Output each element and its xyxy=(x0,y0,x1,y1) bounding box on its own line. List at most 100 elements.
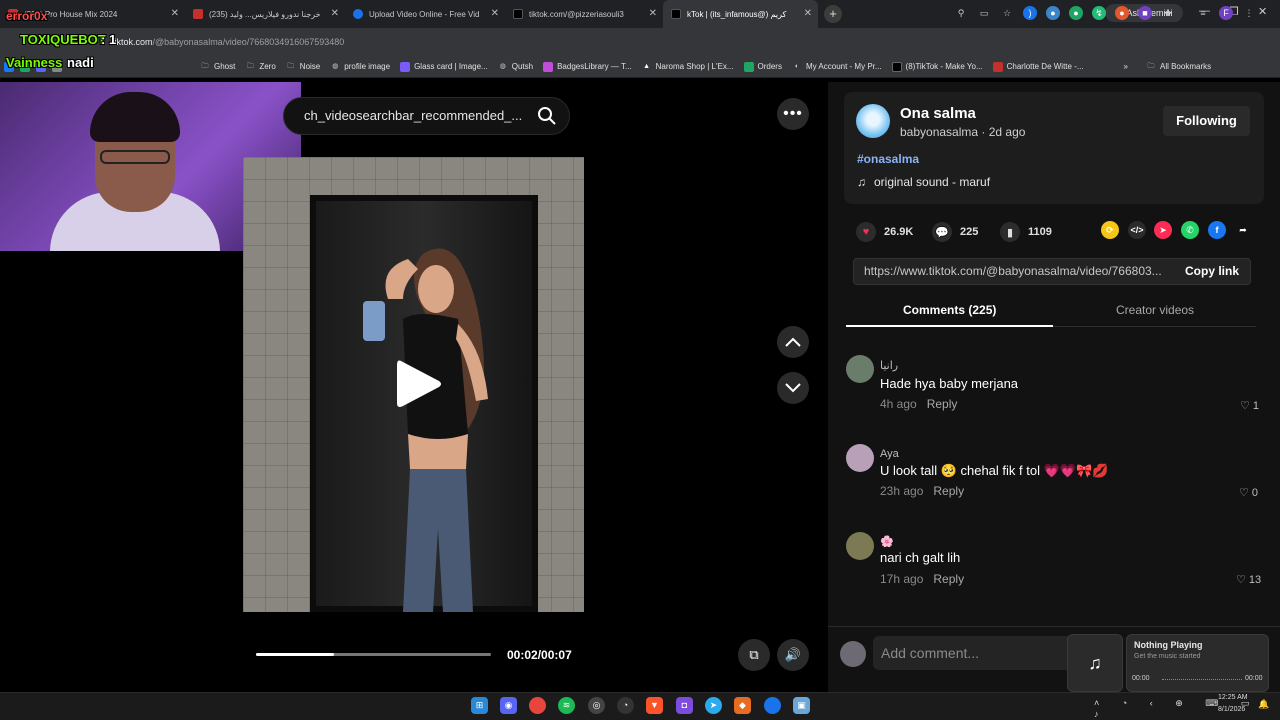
save-button[interactable]: ▮ 1109 xyxy=(1000,222,1052,242)
url-text[interactable]: tiktok.com/@babyonasalma/video/766803491… xyxy=(112,37,344,47)
tab-tiktok-pizzeria[interactable]: tiktok.com/@pizzeriasouli3 ✕ xyxy=(505,0,663,28)
zoom-icon[interactable]: ⚲ xyxy=(954,6,968,20)
send-icon[interactable]: ➤ xyxy=(1154,221,1172,239)
bookmark-glass-card[interactable]: Glass card | Image... xyxy=(400,61,488,72)
extension-icon[interactable]: ● xyxy=(1115,6,1129,20)
system-tray-icons[interactable]: ˄ ◔ ‹ ⊕ ⌨ ▭ ♪ xyxy=(1094,698,1280,719)
app-icon[interactable]: ▣ xyxy=(793,697,810,714)
add-comment-input[interactable]: Add comment... xyxy=(873,636,1078,670)
extension-icon[interactable]: ↯ xyxy=(1092,6,1106,20)
next-video-button[interactable] xyxy=(777,372,809,404)
share-link-text[interactable]: https://www.tiktok.com/@babyonasalma/vid… xyxy=(864,264,1170,278)
tab-video[interactable]: (235) خرجنا ندورو فيلاريس... وليد ✕ xyxy=(185,0,345,28)
bookmark-zero[interactable]: 🗀 Zero xyxy=(245,62,276,72)
bookmark-charlotte[interactable]: Charlotte De Witte -... xyxy=(992,61,1084,72)
comment-like-button[interactable]: ♡ 1 xyxy=(1240,399,1259,412)
puzzle-icon[interactable]: ✚ xyxy=(1161,6,1175,20)
menu-icon[interactable]: ⋮ xyxy=(1242,6,1256,20)
clock-date[interactable]: 8/1/2026 xyxy=(1218,706,1245,713)
play-icon[interactable] xyxy=(395,357,443,411)
cast-icon[interactable]: ▭ xyxy=(977,6,991,20)
whatsapp-icon[interactable]: ✆ xyxy=(1181,221,1199,239)
comment-like-button[interactable]: ♡ 13 xyxy=(1236,573,1261,586)
author-name[interactable]: Ona salma xyxy=(900,105,976,122)
bookmark-profile-image[interactable]: ◍ profile image xyxy=(330,62,390,72)
bookmark-naroma[interactable]: ▲ Naroma Shop | L'Ex... xyxy=(642,62,733,72)
bookmark-ghost[interactable]: 🗀 Ghost xyxy=(200,62,236,72)
media-flyout-icon[interactable]: ♫ xyxy=(1067,634,1123,692)
close-icon[interactable]: ✕ xyxy=(491,8,499,19)
profile-avatar[interactable]: F xyxy=(1219,6,1233,20)
reply-button[interactable]: Reply xyxy=(933,484,964,498)
facebook-icon[interactable]: f xyxy=(1208,221,1226,239)
extension-icon[interactable]: ■ xyxy=(1138,6,1152,20)
tab-comments[interactable]: Comments (225) xyxy=(903,303,996,317)
search-input[interactable]: ch_videosearchbar_recommended_... xyxy=(283,97,570,135)
commenter-avatar[interactable] xyxy=(846,355,874,383)
chrome-profile-icon[interactable] xyxy=(764,697,781,714)
new-tab-button[interactable]: + xyxy=(824,5,842,23)
clock-time[interactable]: 12:25 AM xyxy=(1218,694,1248,701)
following-button[interactable]: Following xyxy=(1163,106,1250,136)
address-bar[interactable]: tiktok.com/@babyonasalma/video/766803491… xyxy=(0,28,1280,56)
start-icon[interactable]: ⊞ xyxy=(471,697,488,714)
author-handle[interactable]: babyonasalma · 2d ago xyxy=(900,125,1025,139)
spotify-icon[interactable]: ≋ xyxy=(558,697,575,714)
sound-link[interactable]: ♫ original sound - maruf xyxy=(857,175,990,189)
commenter-name[interactable]: 🌸 xyxy=(880,535,894,548)
close-icon[interactable]: ✕ xyxy=(171,8,179,19)
tab-creator-videos[interactable]: Creator videos xyxy=(1116,303,1194,317)
previous-video-button[interactable] xyxy=(777,326,809,358)
app-icon[interactable]: ◆ xyxy=(734,697,751,714)
obs-icon[interactable]: ◔ xyxy=(617,697,634,714)
telegram-icon[interactable]: ➤ xyxy=(705,697,722,714)
repost-icon[interactable]: ⟳ xyxy=(1101,221,1119,239)
commenter-avatar[interactable] xyxy=(846,532,874,560)
close-icon[interactable]: ✕ xyxy=(331,8,339,19)
bookmark-my-account[interactable]: ◐ My Account - My Pr... xyxy=(792,62,882,72)
tab-tiktok-active[interactable]: kTok | (its_infamous@) كريم ✕ xyxy=(663,0,818,28)
all-bookmarks[interactable]: 🗀 All Bookmarks xyxy=(1146,62,1211,72)
bookmark-star-icon[interactable]: ☆ xyxy=(1000,6,1014,20)
comment-button[interactable]: 💬 225 xyxy=(932,222,978,242)
discord-icon[interactable]: ◉ xyxy=(500,697,517,714)
commenter-name[interactable]: رانيا xyxy=(880,359,898,372)
bookmark-badges[interactable]: BadgesLibrary — T... xyxy=(543,61,632,72)
bookmark-tiktok[interactable]: (8)TikTok - Make Yo... xyxy=(891,61,983,72)
chrome-icon[interactable] xyxy=(529,697,546,714)
author-avatar[interactable] xyxy=(856,104,890,138)
comment-like-button[interactable]: ♡ 0 xyxy=(1239,486,1258,499)
search-icon[interactable] xyxy=(537,106,557,131)
commenter-avatar[interactable] xyxy=(846,444,874,472)
bookmark-qutsh[interactable]: ◍ Qutsh xyxy=(498,62,533,72)
embed-icon[interactable]: </> xyxy=(1128,221,1146,239)
brave-icon[interactable]: ▼ xyxy=(646,697,663,714)
close-window-icon[interactable]: ✕ xyxy=(1258,5,1267,18)
extension-icon[interactable]: ● xyxy=(1046,6,1060,20)
bookmark-noise[interactable]: 🗀 Noise xyxy=(286,62,320,72)
copy-link-button[interactable]: Copy link xyxy=(1185,264,1239,278)
notification-icon[interactable]: 🔔 xyxy=(1258,699,1269,710)
hashtag-link[interactable]: #onasalma xyxy=(857,152,919,166)
video-player[interactable] xyxy=(243,157,584,612)
app-icon[interactable]: ◘ xyxy=(676,697,693,714)
extension-icon[interactable]: ● xyxy=(1069,6,1083,20)
close-icon[interactable]: ✕ xyxy=(804,8,812,19)
app-icon[interactable]: ◎ xyxy=(588,697,605,714)
pip-button[interactable]: ⧉ xyxy=(738,639,770,671)
more-options-button[interactable]: ••• xyxy=(777,98,809,130)
reading-list-icon[interactable]: ≡ xyxy=(1196,6,1210,20)
reply-button[interactable]: Reply xyxy=(933,572,964,586)
close-icon[interactable]: ✕ xyxy=(649,8,657,19)
tab-upload-video[interactable]: Upload Video Online - Free Vid ✕ xyxy=(345,0,505,28)
volume-button[interactable]: 🔊 xyxy=(777,639,809,671)
bookmark-orders[interactable]: Orders xyxy=(743,61,782,72)
commenter-name[interactable]: Aya xyxy=(880,448,899,460)
bookmarks-overflow-icon[interactable]: » xyxy=(1124,62,1128,71)
like-button[interactable]: ♥ 26.9K xyxy=(856,222,913,242)
media-seekbar[interactable] xyxy=(1162,679,1242,680)
progress-fill[interactable] xyxy=(256,653,334,656)
reply-button[interactable]: Reply xyxy=(927,397,958,411)
extension-icon[interactable]: ) xyxy=(1023,6,1037,20)
share-arrow-icon[interactable]: ➦ xyxy=(1234,221,1252,239)
